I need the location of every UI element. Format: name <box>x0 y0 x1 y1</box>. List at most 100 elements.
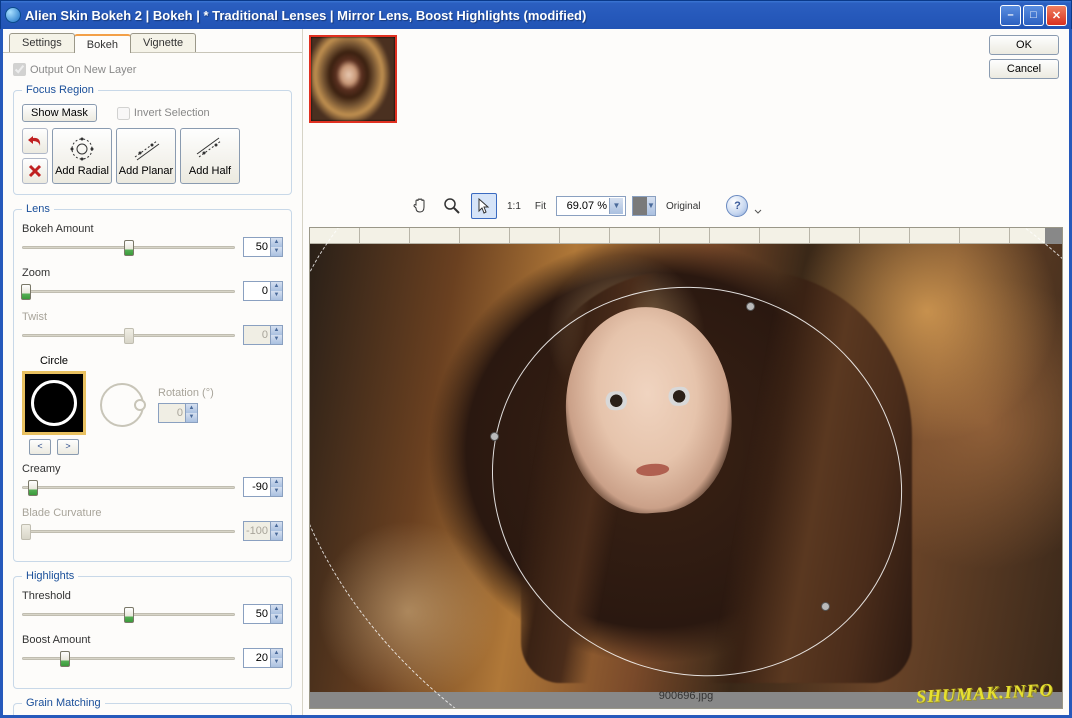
output-new-layer-row[interactable]: Output On New Layer <box>13 63 292 76</box>
blade-spinner: ▲▼ <box>243 521 283 541</box>
zoom-spinner[interactable]: ▲▼ <box>243 281 283 301</box>
filename-label: 900696.jpg <box>659 690 713 702</box>
threshold-input[interactable] <box>244 608 270 620</box>
threshold-row: Threshold ▲▼ <box>22 590 283 624</box>
rotation-input <box>159 407 185 419</box>
maximize-button[interactable]: □ <box>1023 5 1044 26</box>
original-toggle[interactable]: Original <box>662 201 704 212</box>
zoom-fit[interactable]: Fit <box>531 201 550 212</box>
creamy-input[interactable] <box>244 481 270 493</box>
show-mask-button[interactable]: Show Mask <box>22 104 97 122</box>
window-controls: – □ ✕ <box>1000 5 1067 26</box>
chevron-down-icon[interactable] <box>754 196 762 216</box>
cancel-button[interactable]: Cancel <box>989 59 1059 79</box>
rotation-dial <box>100 383 144 427</box>
output-new-layer-checkbox[interactable] <box>13 63 26 76</box>
half-icon <box>196 135 224 163</box>
aperture-preview <box>22 371 86 435</box>
bokeh-amount-slider[interactable] <box>22 238 235 256</box>
bg-swatch[interactable]: ▼ <box>632 196 656 216</box>
zoom-row: Zoom ▲▼ <box>22 267 283 301</box>
pointer-tool[interactable] <box>471 193 497 219</box>
creamy-slider[interactable] <box>22 478 235 496</box>
preview-area[interactable]: 900696.jpg SHUMAK.INFO <box>309 227 1063 709</box>
threshold-spinner[interactable]: ▲▼ <box>243 604 283 624</box>
tab-settings[interactable]: Settings <box>9 33 75 52</box>
add-planar-button[interactable]: Add Planar <box>116 128 176 184</box>
chevron-down-icon[interactable]: ▼ <box>647 197 655 215</box>
zoom-slider[interactable] <box>22 282 235 300</box>
bokeh-amount-spinner[interactable]: ▲▼ <box>243 237 283 257</box>
settings-scroll[interactable]: Output On New Layer Focus Region Show Ma… <box>3 53 302 715</box>
grain-legend: Grain Matching <box>22 697 105 709</box>
help-button[interactable]: ? <box>726 195 748 217</box>
lens-legend: Lens <box>22 203 54 215</box>
add-half-label: Add Half <box>189 165 231 177</box>
add-planar-label: Add Planar <box>119 165 173 177</box>
aperture-shape-label: Circle <box>40 355 68 367</box>
threshold-label: Threshold <box>22 590 283 602</box>
threshold-slider[interactable] <box>22 605 235 623</box>
radial-icon <box>68 135 96 163</box>
tab-bar: Settings Bokeh Vignette <box>3 29 302 53</box>
tab-bokeh[interactable]: Bokeh <box>74 34 131 53</box>
creamy-spinner[interactable]: ▲▼ <box>243 477 283 497</box>
zoom-input[interactable] <box>244 285 270 297</box>
dialog-buttons: OK Cancel <box>989 35 1059 79</box>
invert-selection-checkbox[interactable] <box>117 107 130 120</box>
rotation-label: Rotation (°) <box>158 387 214 399</box>
preview-image <box>310 244 1062 692</box>
twist-slider <box>22 326 235 344</box>
zoom-combo[interactable]: 69.07 %▼ <box>556 196 626 216</box>
zoom-tool[interactable] <box>439 193 465 219</box>
preview-toolbar: 1:1 Fit 69.07 %▼ ▼ Original ? <box>407 193 1063 219</box>
client-area: Settings Bokeh Vignette Output On New La… <box>0 29 1072 718</box>
aperture-prev-button[interactable]: < <box>29 439 51 455</box>
add-radial-button[interactable]: Add Radial <box>52 128 112 184</box>
close-button[interactable]: ✕ <box>1046 5 1067 26</box>
right-panel: OK Cancel 1:1 Fit 69.07 %▼ ▼ Original ? <box>303 29 1069 715</box>
minimize-button[interactable]: – <box>1000 5 1021 26</box>
boost-row: Boost Amount ▲▼ <box>22 634 283 668</box>
zoom-1-1[interactable]: 1:1 <box>503 201 525 212</box>
planar-icon <box>132 135 160 163</box>
delete-button[interactable] <box>22 158 48 184</box>
invert-selection-label: Invert Selection <box>134 107 210 119</box>
highlights-legend: Highlights <box>22 570 78 582</box>
blade-input <box>244 525 270 537</box>
title-bar: Alien Skin Bokeh 2 | Bokeh | * Tradition… <box>0 0 1072 29</box>
zoom-label: Zoom <box>22 267 283 279</box>
left-panel: Settings Bokeh Vignette Output On New La… <box>3 29 303 715</box>
twist-row: Twist ▲▼ <box>22 311 283 345</box>
boost-input[interactable] <box>244 652 270 664</box>
twist-spinner: ▲▼ <box>243 325 283 345</box>
add-half-button[interactable]: Add Half <box>180 128 240 184</box>
bokeh-amount-input[interactable] <box>244 241 270 253</box>
add-radial-label: Add Radial <box>55 165 109 177</box>
twist-label: Twist <box>22 311 283 323</box>
thumbnail[interactable] <box>309 35 397 123</box>
grain-group: Grain Matching <box>13 697 292 715</box>
undo-button[interactable] <box>22 128 48 154</box>
bokeh-amount-label: Bokeh Amount <box>22 223 283 235</box>
blade-slider <box>22 522 235 540</box>
window-title: Alien Skin Bokeh 2 | Bokeh | * Tradition… <box>25 8 1000 23</box>
boost-slider[interactable] <box>22 649 235 667</box>
invert-selection-row[interactable]: Invert Selection <box>117 107 210 120</box>
rotation-spinner: ▲▼ <box>158 403 198 423</box>
output-new-layer-label: Output On New Layer <box>30 64 136 76</box>
boost-label: Boost Amount <box>22 634 283 646</box>
tab-vignette[interactable]: Vignette <box>130 33 196 52</box>
twist-input <box>244 329 270 341</box>
focus-region-legend: Focus Region <box>22 84 98 96</box>
blade-row: Blade Curvature ▲▼ <box>22 507 283 541</box>
pan-tool[interactable] <box>407 193 433 219</box>
ok-button[interactable]: OK <box>989 35 1059 55</box>
boost-spinner[interactable]: ▲▼ <box>243 648 283 668</box>
aperture-next-button[interactable]: > <box>57 439 79 455</box>
lens-group: Lens Bokeh Amount ▲▼ Zoom ▲▼ <box>13 203 292 562</box>
app-icon <box>5 7 21 23</box>
bokeh-amount-row: Bokeh Amount ▲▼ <box>22 223 283 257</box>
chevron-down-icon[interactable]: ▼ <box>609 198 623 214</box>
blade-label: Blade Curvature <box>22 507 283 519</box>
